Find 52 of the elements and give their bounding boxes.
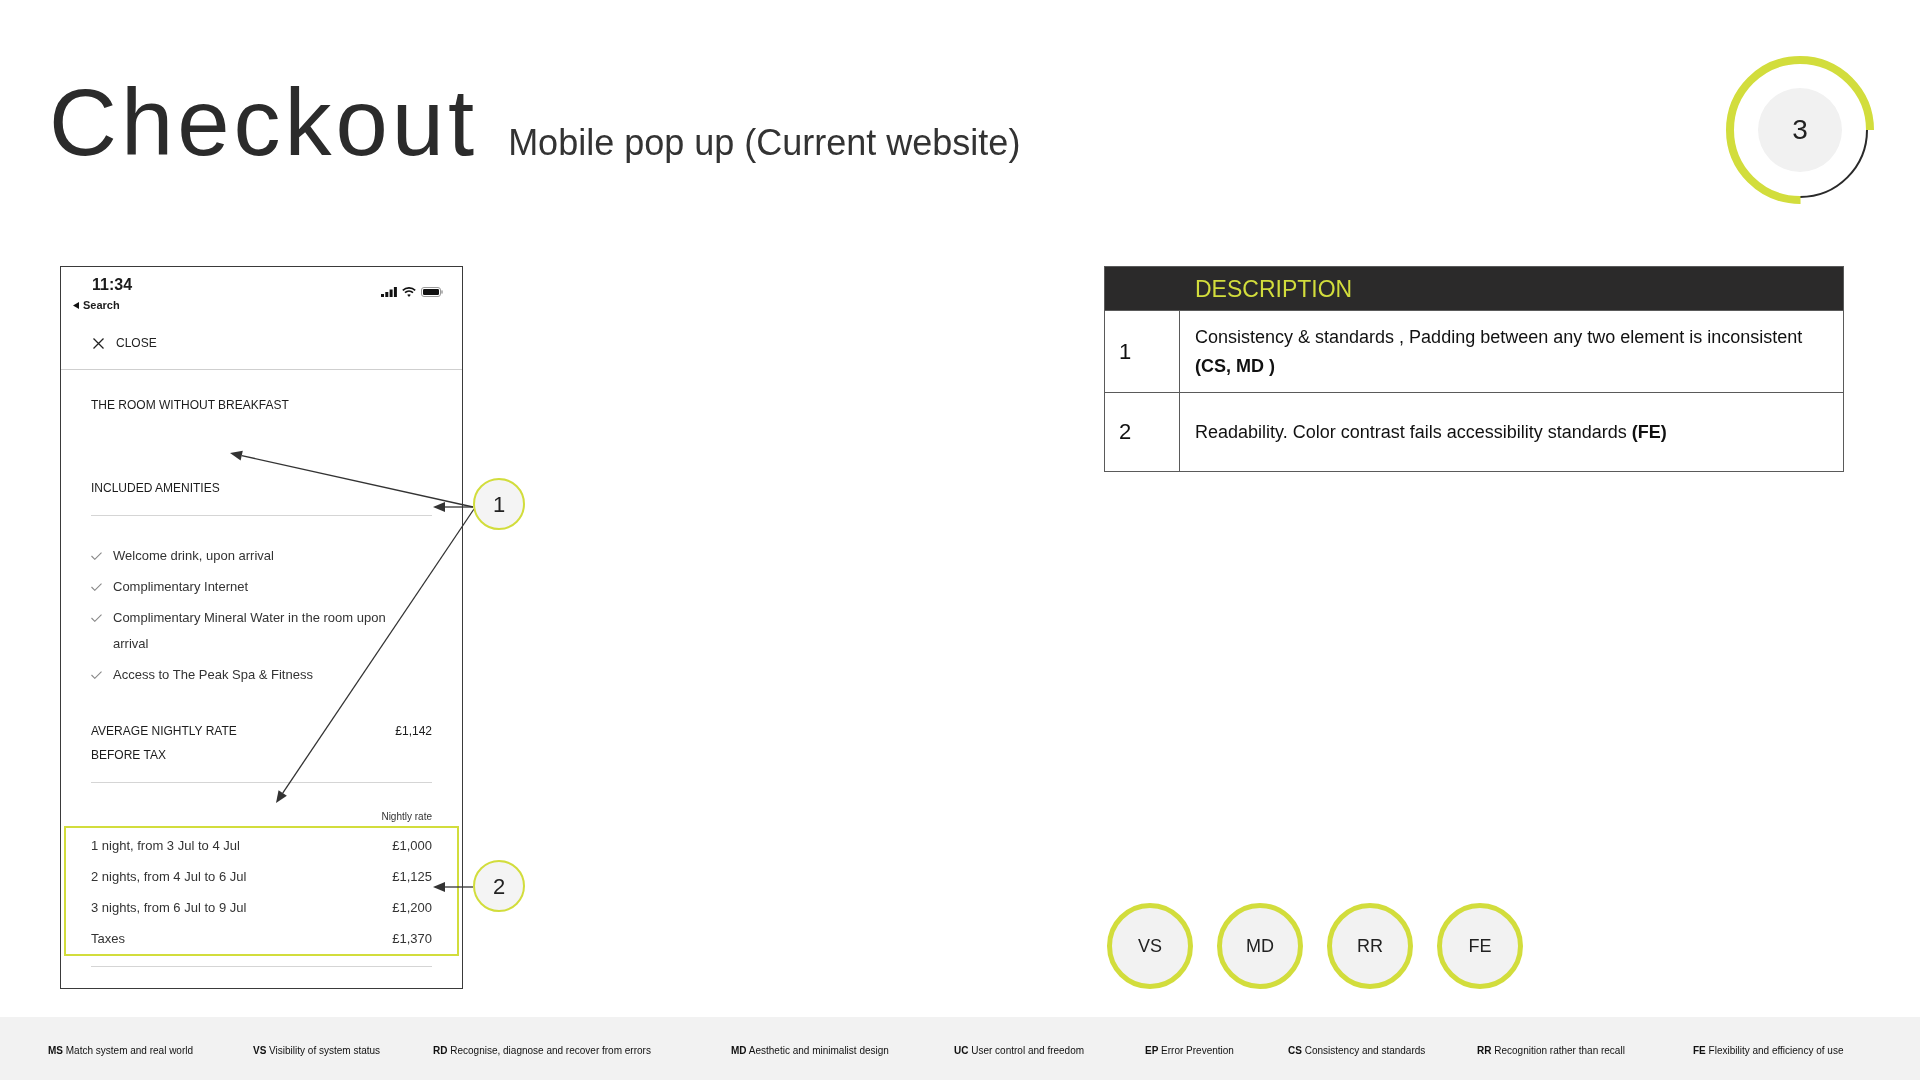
check-icon: [91, 583, 102, 591]
page-subtitle: Mobile pop up (Current website): [508, 125, 1021, 161]
legend-item: MS Match system and real world: [48, 1043, 195, 1058]
rate-period: 2 nights, from 4 Jul to 6 Jul: [91, 868, 247, 886]
rate-period: 1 night, from 3 Jul to 4 Jul: [91, 837, 240, 855]
back-triangle-icon: [73, 301, 79, 309]
rate-label: AVERAGE NIGHTLY RATE BEFORE TAX: [91, 723, 238, 764]
callout-marker: 2: [473, 860, 525, 912]
amenity-text: Complimentary Mineral Water in the room upon arrival: [113, 609, 387, 653]
legend-item: UC User control and freedom: [954, 1043, 1086, 1058]
check-icon: [91, 671, 102, 679]
issue-description: Consistency & standards , Padding between any two element is inconsistent (CS, MD ): [1195, 325, 1804, 378]
rate-amount: £1,370: [392, 930, 432, 948]
column-header: DESCRIPTION: [1195, 274, 1353, 304]
rate-period: 3 nights, from 6 Jul to 9 Jul: [91, 899, 247, 917]
status-time: 11:34: [92, 275, 133, 295]
heuristic-badge: RR: [1327, 903, 1413, 989]
battery-icon: [421, 287, 443, 297]
legend-item: MD Aesthetic and minimalist design: [731, 1043, 890, 1058]
heuristic-badge: VS: [1107, 903, 1193, 989]
legend-item: VS Visibility of system status: [253, 1043, 382, 1058]
page-title: Checkout: [49, 76, 479, 170]
page-number: 3: [1758, 88, 1842, 172]
rate-value: £1,142: [395, 723, 432, 740]
row-number: 1: [1119, 337, 1132, 366]
legend-item: FE Flexibility and efficiency of use: [1693, 1043, 1845, 1058]
amenity-text: Complimentary Internet: [113, 578, 249, 596]
legend-item: RD Recognise, diagnose and recover from errors: [433, 1043, 652, 1058]
amenities-heading: INCLUDED AMENITIES: [91, 480, 220, 497]
rate-amount: £1,200: [392, 899, 432, 917]
signal-icon: [381, 287, 397, 297]
wifi-icon: [402, 287, 416, 297]
rate-amount: £1,125: [392, 868, 432, 886]
issue-description: Readability. Color contrast fails accessibility standards (FE): [1195, 420, 1667, 444]
legend-item: EP Error Prevention: [1145, 1043, 1235, 1058]
heuristic-badge: MD: [1217, 903, 1303, 989]
check-icon: [91, 614, 102, 622]
legend-item: RR Recognition rather than recall: [1477, 1043, 1626, 1058]
callout-marker: 1: [473, 478, 525, 530]
rate-amount: £1,000: [392, 837, 432, 855]
close-button[interactable]: CLOSE: [93, 335, 157, 351]
amenity-text: Access to The Peak Spa & Fitness: [113, 666, 313, 684]
rates-caption: Nightly rate: [381, 810, 432, 824]
amenity-text: Welcome drink, upon arrival: [113, 547, 274, 565]
check-icon: [91, 552, 102, 560]
legend-item: CS Consistency and standards: [1288, 1043, 1427, 1058]
room-title: THE ROOM WITHOUT BREAKFAST: [91, 397, 289, 414]
close-icon: [93, 337, 104, 349]
rate-period: Taxes: [91, 930, 125, 948]
row-number: 2: [1119, 418, 1132, 446]
heuristic-badge: FE: [1437, 903, 1523, 989]
back-link[interactable]: Search: [73, 298, 120, 312]
